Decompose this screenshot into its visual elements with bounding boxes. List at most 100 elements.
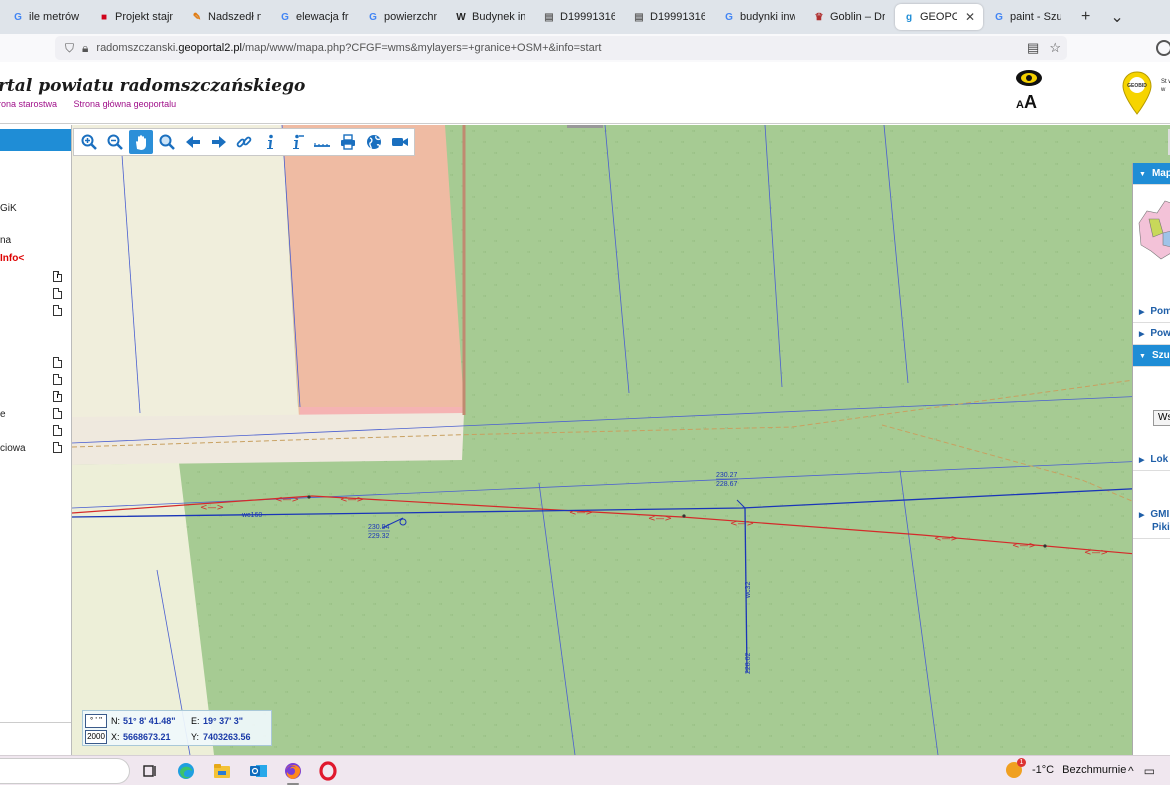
- left-panel-item[interactable]: GiK: [0, 203, 17, 214]
- address-bar[interactable]: ⛉ 🔒︎ radomszczanski. geoportal2.pl/map/ww…: [55, 36, 1067, 60]
- video-camera-icon: [392, 138, 409, 146]
- right-panel-item[interactable]: ▼ Szu: [1133, 345, 1170, 367]
- extended-info-tool[interactable]: [284, 130, 308, 154]
- wikipedia-icon: W: [456, 11, 466, 23]
- browser-tab[interactable]: ♛ Goblin – Dram: [805, 4, 893, 30]
- measure-tool[interactable]: [310, 130, 334, 154]
- document-icon[interactable]: [53, 305, 62, 316]
- eye-icon[interactable]: [1014, 68, 1044, 88]
- browser-tab[interactable]: ▤ D19991316.pdf: [535, 4, 623, 30]
- right-panel-item[interactable]: ▶ Lok: [1133, 449, 1170, 471]
- globe-icon: [367, 135, 382, 150]
- expand-arrow-icon: ▶: [1139, 309, 1145, 316]
- right-panel-item-label: Map: [1151, 168, 1170, 179]
- bookmark-star-icon[interactable]: ☆: [1049, 40, 1061, 56]
- outlook-icon[interactable]: [248, 761, 268, 781]
- svg-text:<—>: <—>: [1012, 541, 1036, 551]
- right-panel-item[interactable]: ▶ Pom: [1133, 301, 1170, 323]
- document-info-icon[interactable]: i: [53, 271, 62, 282]
- map-canvas[interactable]: " ": [72, 125, 1170, 755]
- reader-view-icon[interactable]: ▤: [1027, 40, 1039, 56]
- info-plus-icon: [293, 134, 305, 149]
- geobid-logo-icon: GEOBID: [1122, 71, 1152, 115]
- weather-widget[interactable]: -1°C Bezchmurnie: [1006, 758, 1126, 778]
- right-panel-item[interactable]: ▼ Map: [1133, 163, 1170, 185]
- expand-arrow-icon: ▶: [1139, 457, 1145, 464]
- pipe-label-horizontal: wc160: [241, 512, 262, 519]
- opera-icon[interactable]: [318, 761, 338, 781]
- print-tool[interactable]: [336, 130, 360, 154]
- close-tab-icon[interactable]: ✕: [965, 10, 975, 24]
- info-tool[interactable]: [258, 130, 282, 154]
- browser-tab[interactable]: Gpowierzchnia b: [359, 4, 445, 30]
- left-panel-item[interactable]: e: [0, 409, 6, 420]
- video-tool[interactable]: [388, 130, 412, 154]
- font-size-toggle[interactable]: AA: [1016, 92, 1037, 113]
- lock-icon[interactable]: 🔒︎: [82, 41, 88, 56]
- tray-expand-icon[interactable]: ^: [1128, 764, 1134, 778]
- document-icon[interactable]: [53, 357, 62, 368]
- left-panel-header[interactable]: [0, 129, 71, 151]
- left-panel-item[interactable]: ciowa: [0, 443, 26, 454]
- svg-text:<—>: <—>: [569, 508, 593, 518]
- pan-tool[interactable]: [128, 130, 153, 154]
- link-starostwo[interactable]: rona starostwa: [0, 99, 57, 109]
- search-button[interactable]: Ws: [1153, 410, 1170, 426]
- account-icon[interactable]: [1156, 40, 1170, 56]
- browser-tab[interactable]: W Budynek inwen: [447, 4, 533, 30]
- document-icon[interactable]: [53, 288, 62, 299]
- e-value: 19° 37' 3": [203, 716, 244, 726]
- globe-tool[interactable]: [362, 130, 386, 154]
- browser-tab[interactable]: g GEOPORTAL ✕: [895, 4, 983, 30]
- expand-arrow-icon: ▶: [1139, 512, 1145, 519]
- network-icon[interactable]: ▭: [1144, 764, 1155, 778]
- zoom-out-tool[interactable]: [103, 130, 127, 154]
- right-panel-item-gmina[interactable]: ▶ GMI Piki: [1133, 509, 1170, 539]
- shield-icon[interactable]: ⛉: [65, 41, 74, 56]
- road-strip: [72, 413, 464, 465]
- document-icon[interactable]: [53, 442, 62, 453]
- file-explorer-icon[interactable]: [212, 761, 232, 781]
- mini-map-thumbnail[interactable]: [1135, 193, 1170, 265]
- taskbar-search-box[interactable]: [0, 758, 130, 784]
- browser-tab[interactable]: ▤ D19991316.pdf: [625, 4, 713, 30]
- right-panel-item[interactable]: ▶ Pow: [1133, 323, 1170, 345]
- left-panel-item[interactable]: Info<: [0, 253, 24, 264]
- forward-tool[interactable]: [207, 130, 231, 154]
- document-icon[interactable]: [53, 425, 62, 436]
- document-info-icon[interactable]: i: [53, 391, 62, 402]
- new-tab-button[interactable]: +: [1071, 8, 1100, 26]
- url-path: /map/www/mapa.php?CFGF=wms&mylayers=+gra…: [241, 42, 602, 54]
- browser-tab[interactable]: Gile metrów ma: [4, 4, 88, 30]
- browser-tab[interactable]: ■ Projekt stajni S: [90, 4, 181, 30]
- tab-list-chevron-icon[interactable]: ⌄: [1100, 7, 1133, 27]
- zoom-in-tool[interactable]: [77, 130, 101, 154]
- panel-resize-grip[interactable]: [567, 125, 603, 128]
- firefox-icon[interactable]: [283, 761, 303, 781]
- browser-tab[interactable]: Gpaint - Szukaj w: [985, 4, 1069, 30]
- svg-text:<—>: <—>: [340, 495, 364, 505]
- document-icon[interactable]: [53, 374, 62, 385]
- coordinate-system-button[interactable]: 2000: [85, 730, 107, 744]
- browser-tab-label: D19991316.pdf: [560, 11, 615, 23]
- map-layer: " ": [72, 125, 1170, 755]
- weather-sun-icon: [1006, 758, 1026, 778]
- svg-text:<—>: <—>: [648, 514, 672, 524]
- coordinate-format-button[interactable]: ° ' ": [85, 714, 107, 728]
- left-panel-item[interactable]: na: [0, 235, 11, 246]
- document-icon[interactable]: [53, 408, 62, 419]
- edge-browser-icon[interactable]: [176, 761, 196, 781]
- browser-tab-label: powierzchnia b: [384, 11, 437, 23]
- browser-tab[interactable]: Gbudynki inwent: [715, 4, 803, 30]
- browser-tab[interactable]: Gelewacja fronto: [271, 4, 357, 30]
- site-title: rtal powiatu radomszczańskiego: [0, 76, 306, 96]
- link-tool[interactable]: [233, 130, 257, 154]
- back-tool[interactable]: [181, 130, 205, 154]
- link-geoportal-home[interactable]: Strona główna geoportalu: [74, 99, 177, 109]
- google-icon: G: [995, 11, 1003, 23]
- zoom-extent-tool[interactable]: [155, 130, 179, 154]
- arrow-left-icon: [185, 136, 200, 148]
- browser-tab[interactable]: ✎ Nadszedł najlep: [183, 4, 269, 30]
- y-label: Y:: [191, 732, 200, 742]
- task-view-icon[interactable]: [140, 761, 160, 781]
